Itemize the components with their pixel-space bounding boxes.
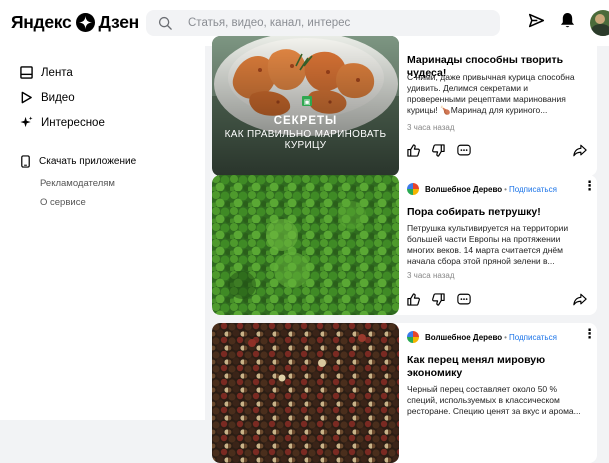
channel-name[interactable]: Волшебное Дерево <box>425 333 502 342</box>
card-thumbnail-chicken[interactable]: ▣ СЕКРЕТЫ КАК ПРАВИЛЬНО МАРИНОВАТЬ КУРИЦ… <box>212 36 399 176</box>
sidebar-item-feed[interactable]: Лента <box>20 66 73 79</box>
sidebar-item-label: Интересное <box>41 116 105 129</box>
card-thumbnail-parsley[interactable] <box>212 175 399 315</box>
card-actions <box>407 144 592 160</box>
card-body: Маринады способны творить чудеса! С ними… <box>407 36 592 176</box>
download-app-link[interactable]: Скачать приложение <box>20 155 136 168</box>
share-icon[interactable] <box>573 293 587 311</box>
sidebar-item-label: Лента <box>41 66 73 79</box>
subscribe-link[interactable]: Подписаться <box>509 185 557 194</box>
thumbnail-overlay-text: КАК ПРАВИЛЬНО МАРИНОВАТЬ КУРИЦУ <box>224 129 387 151</box>
feed-card[interactable]: Волшебное Дерево • Подписаться ⋮ Как пер… <box>212 323 597 463</box>
sidebar-item-video[interactable]: Видео <box>20 91 75 104</box>
card-title[interactable]: Как перец менял мировую экономику <box>407 354 587 380</box>
search-icon <box>158 16 172 30</box>
phone-icon <box>21 155 30 168</box>
logo-text-left: Яндекс <box>11 12 72 32</box>
home-icon <box>20 66 33 79</box>
channel-name[interactable]: Волшебное Дерево <box>425 185 502 194</box>
card-title[interactable]: Пора собирать петрушку! <box>407 206 587 219</box>
thumbnail-overlay-badge: СЕКРЕТЫ <box>273 115 338 127</box>
card-thumbnail-pepper[interactable] <box>212 323 399 463</box>
card-time: 3 часа назад <box>407 271 455 280</box>
dislike-icon[interactable] <box>432 144 445 162</box>
sidebar: Лента Видео Интересное Скачать приложени… <box>0 46 205 420</box>
sidebar-item-label: Видео <box>41 91 75 104</box>
share-icon[interactable] <box>573 144 587 162</box>
about-link[interactable]: О сервисе <box>40 197 86 208</box>
card-text[interactable]: Петрушка культивируется на территории бо… <box>407 223 585 267</box>
like-icon[interactable] <box>407 144 420 162</box>
advertisers-link[interactable]: Рекламодателям <box>40 178 115 189</box>
channel-row: Волшебное Дерево • Подписаться <box>407 331 557 343</box>
channel-row: Волшебное Дерево • Подписаться <box>407 183 557 195</box>
like-icon[interactable] <box>407 293 420 311</box>
more-menu-icon[interactable]: ⋮ <box>583 179 596 192</box>
channel-avatar[interactable] <box>407 183 419 195</box>
play-icon <box>21 91 32 104</box>
card-text[interactable]: С ними, даже привычная курица способна у… <box>407 72 585 116</box>
subscribe-link[interactable]: Подписаться <box>509 333 557 342</box>
search-input[interactable] <box>188 17 488 29</box>
zen-star-icon <box>76 13 96 32</box>
send-icon[interactable] <box>528 12 545 29</box>
card-actions <box>407 293 592 309</box>
card-text[interactable]: Черный перец составляет около 50 % специ… <box>407 384 585 417</box>
logo-text-right: Дзен <box>98 12 139 32</box>
dislike-icon[interactable] <box>432 293 445 311</box>
card-body: Волшебное Дерево • Подписаться ⋮ Пора со… <box>407 175 596 315</box>
comment-icon[interactable] <box>457 144 471 162</box>
sidebar-item-interesting[interactable]: Интересное <box>20 116 105 129</box>
more-menu-icon[interactable]: ⋮ <box>583 327 596 340</box>
comment-icon[interactable] <box>457 293 471 311</box>
feed-card[interactable]: Волшебное Дерево • Подписаться ⋮ Пора со… <box>212 175 597 315</box>
feed-card[interactable]: ▣ СЕКРЕТЫ КАК ПРАВИЛЬНО МАРИНОВАТЬ КУРИЦ… <box>212 36 597 176</box>
user-avatar[interactable] <box>590 10 609 36</box>
logo[interactable]: Яндекс Дзен <box>11 12 139 33</box>
card-time: 3 часа назад <box>407 123 455 132</box>
bell-icon[interactable] <box>560 12 575 29</box>
search-box[interactable] <box>146 10 500 36</box>
sparkle-icon <box>20 116 33 128</box>
channel-avatar[interactable] <box>407 331 419 343</box>
svg-text:▣: ▣ <box>304 99 311 106</box>
card-body: Волшебное Дерево • Подписаться ⋮ Как пер… <box>407 323 596 463</box>
download-app-label: Скачать приложение <box>39 156 137 167</box>
